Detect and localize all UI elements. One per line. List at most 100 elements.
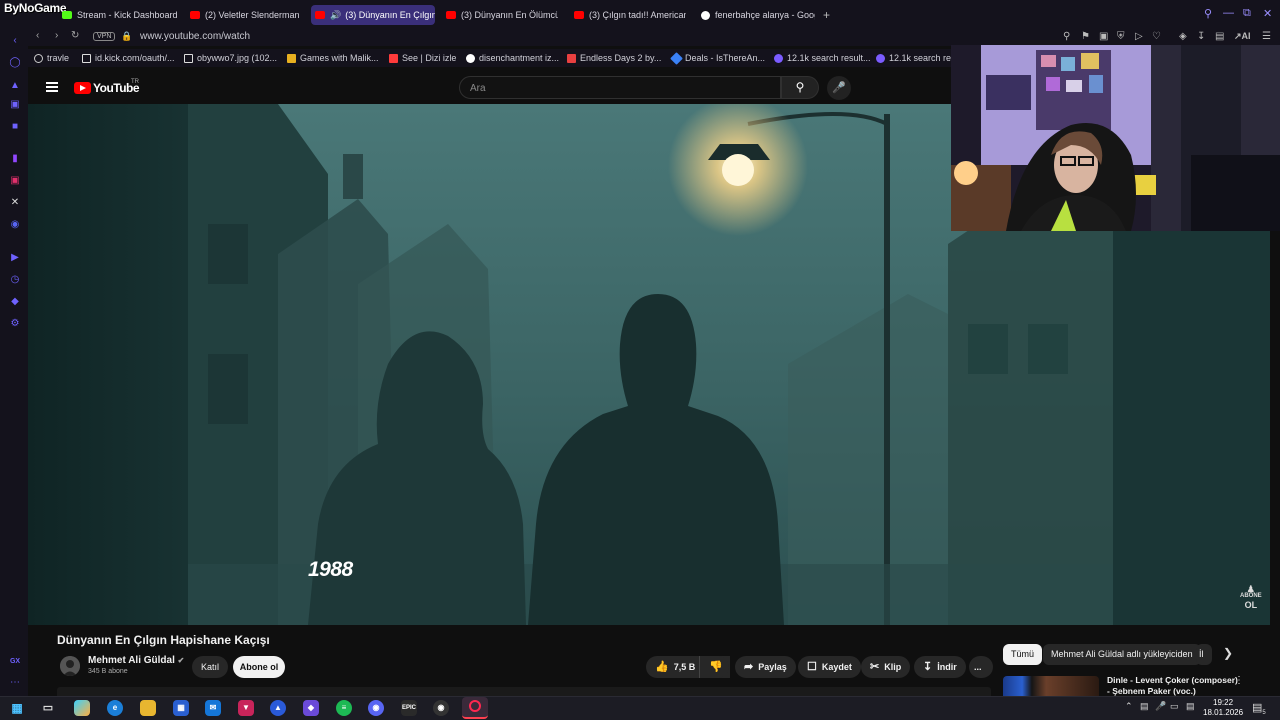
bookmark-games-with-malik[interactable]: Games with Malik... bbox=[287, 53, 379, 63]
recommended-video-title[interactable]: Dinle - Levent Çoker (composer) - Şebnem… bbox=[1107, 675, 1238, 697]
bookmark-disenchantment[interactable]: disenchantment iz... bbox=[466, 53, 559, 63]
voice-search-button[interactable]: 🎤 bbox=[827, 76, 851, 100]
shield-icon[interactable]: ⛨ bbox=[1117, 31, 1125, 42]
url-field[interactable]: www.youtube.com/watch bbox=[140, 31, 250, 42]
play-icon[interactable]: ▷ bbox=[1135, 31, 1143, 42]
recommended-video-thumbnail[interactable] bbox=[1003, 676, 1099, 696]
settings-gear-icon[interactable]: ⚙ bbox=[9, 318, 21, 330]
file-explorer-icon[interactable] bbox=[140, 700, 156, 716]
x-twitter-icon[interactable]: ✕ bbox=[9, 197, 21, 209]
wallet-icon[interactable]: ▤ bbox=[1215, 31, 1224, 42]
tab-dunyanin-en-olumcul[interactable]: (3) Dünyanın En Ölümcül İ bbox=[442, 5, 558, 25]
tray-app-icon[interactable]: ▤ bbox=[1140, 701, 1149, 712]
copilot-icon[interactable] bbox=[74, 700, 90, 716]
minimize-icon[interactable]: — bbox=[1223, 7, 1234, 19]
opera-gx-icon[interactable] bbox=[462, 697, 488, 719]
lock-icon[interactable]: 🔒 bbox=[121, 31, 132, 42]
music-icon[interactable]: ■ bbox=[9, 121, 21, 133]
bookmark-endless-days[interactable]: Endless Days 2 by... bbox=[567, 53, 661, 63]
join-button[interactable]: Katıl bbox=[192, 656, 228, 678]
zoom-icon[interactable]: ⚲ bbox=[1063, 31, 1070, 42]
network-icon[interactable]: ▤ bbox=[1186, 701, 1195, 712]
game-icon[interactable]: ▲ bbox=[9, 80, 21, 92]
vpn-badge[interactable]: VPN bbox=[93, 32, 116, 41]
controller-icon[interactable]: ▣ bbox=[9, 99, 21, 111]
player-icon[interactable]: ▶ bbox=[9, 252, 21, 264]
download-icon[interactable]: ↧ bbox=[1197, 31, 1205, 42]
obs-icon[interactable]: ◉ bbox=[433, 700, 449, 716]
bookmark-dizi-izle[interactable]: See | Dizi izle bbox=[389, 53, 456, 63]
search-tabs-icon[interactable]: ⚲ bbox=[1204, 7, 1212, 20]
tab-google-search[interactable]: fenerbahçe alanya - Goog bbox=[697, 5, 815, 25]
bookmark-search-results-2[interactable]: 12.1k search res bbox=[876, 53, 956, 63]
tab-kick-dashboard[interactable]: Stream - Kick Dashboard bbox=[58, 5, 184, 25]
bookmark-kick-oauth[interactable]: id.kick.com/oauth/... bbox=[82, 53, 175, 63]
spotify-icon[interactable]: ≡ bbox=[336, 700, 352, 716]
discord-icon[interactable]: ◉ bbox=[9, 219, 21, 231]
windows-start-icon[interactable]: ▦ bbox=[9, 700, 25, 716]
back-arrow-icon[interactable]: ‹ bbox=[36, 30, 39, 41]
task-view-icon[interactable]: ▭ bbox=[40, 700, 56, 716]
chevron-right-icon[interactable]: ❯ bbox=[1223, 646, 1233, 660]
tray-chevron-icon[interactable]: ⌃ bbox=[1125, 701, 1133, 712]
maximize-icon[interactable]: ⧉ bbox=[1243, 7, 1251, 20]
pin-icon[interactable]: ⚑ bbox=[1081, 31, 1090, 42]
tray-window-icon[interactable]: ▭ bbox=[1170, 701, 1179, 712]
microsoft-store-icon[interactable]: ▦ bbox=[173, 700, 189, 716]
youtube-logo[interactable]: YouTube bbox=[74, 81, 140, 95]
tab-dunyanin-en-cilgin[interactable]: 🔊 (3) Dünyanın En Çılgın bbox=[311, 5, 435, 25]
channel-name[interactable]: Mehmet Ali Güldal ✔ bbox=[88, 655, 184, 666]
twitch-icon[interactable]: ▮ bbox=[9, 153, 21, 165]
edge-icon[interactable]: e bbox=[107, 700, 123, 716]
channel-avatar[interactable] bbox=[60, 656, 80, 676]
bookmark-isthereanydeal[interactable]: Deals - IsThereAn... bbox=[670, 51, 765, 65]
new-tab-button[interactable]: + bbox=[823, 8, 830, 22]
chip-related[interactable]: İl bbox=[1196, 644, 1212, 665]
extensions-icon[interactable]: ◆ bbox=[9, 296, 21, 308]
subscribe-watermark[interactable]: ♟ ABONE OL bbox=[1240, 585, 1262, 611]
aria-icon[interactable]: ◯ bbox=[9, 57, 21, 69]
forward-arrow-icon[interactable]: › bbox=[55, 30, 58, 41]
reload-icon[interactable]: ↻ bbox=[71, 30, 79, 41]
chip-all[interactable]: Tümü bbox=[1003, 644, 1043, 665]
bookmark-travle[interactable]: travle bbox=[34, 53, 69, 63]
share-button[interactable]: ➦ Paylaş bbox=[735, 656, 796, 678]
mail-icon[interactable]: ✉ bbox=[205, 700, 221, 716]
search-button[interactable]: ⚲ bbox=[781, 76, 819, 99]
close-icon[interactable]: ✕ bbox=[1263, 7, 1272, 20]
more-vert-icon[interactable]: ⋮ bbox=[1234, 675, 1244, 686]
snapshot-icon[interactable]: ▣ bbox=[1099, 31, 1108, 42]
notification-center[interactable]: ▤5 bbox=[1252, 701, 1266, 716]
app-icon[interactable]: ▼ bbox=[238, 700, 254, 716]
download-button[interactable]: ↧ İndir bbox=[914, 656, 966, 678]
more-actions-button[interactable]: ... bbox=[969, 656, 993, 678]
guide-menu-icon[interactable] bbox=[46, 82, 58, 92]
microphone-tray-icon[interactable]: 🎤 bbox=[1155, 701, 1166, 712]
description-box[interactable] bbox=[57, 687, 991, 696]
discord-taskbar-icon[interactable]: ◉ bbox=[368, 700, 384, 716]
extensions-puzzle-icon[interactable]: ◈ bbox=[1179, 31, 1187, 42]
taskbar-clock[interactable]: 19:22 18.01.2026 bbox=[1203, 698, 1243, 718]
youtube-play-icon bbox=[74, 82, 91, 94]
chip-from-uploader[interactable]: Mehmet Ali Güldal adlı yükleyiciden bbox=[1043, 644, 1201, 665]
tab-veletler[interactable]: (2) Veletler Slenderman Yı bbox=[186, 5, 302, 25]
save-button[interactable]: ☐ Kaydet bbox=[798, 656, 861, 678]
history-icon[interactable]: ◷ bbox=[9, 274, 21, 286]
back-icon[interactable]: ‹ bbox=[9, 35, 21, 47]
bookmark-search-results-1[interactable]: 12.1k search result... bbox=[774, 53, 871, 63]
bookmark-obywwo7[interactable]: obywwo7.jpg (102... bbox=[184, 53, 277, 63]
app-purple-icon[interactable]: ◆ bbox=[303, 700, 319, 716]
clip-button[interactable]: ✂ Klip bbox=[861, 656, 911, 678]
ai-button[interactable]: ↗AI bbox=[1234, 31, 1251, 42]
dislike-button[interactable]: 👎 bbox=[699, 656, 729, 678]
instagram-icon[interactable]: ▣ bbox=[9, 175, 21, 187]
heart-icon[interactable]: ♡ bbox=[1152, 31, 1161, 42]
subscribe-button[interactable]: Abone ol bbox=[233, 656, 285, 678]
more-icon[interactable]: ⋯ bbox=[9, 677, 21, 689]
page-icon bbox=[82, 53, 91, 63]
app-blue-icon[interactable]: ▲ bbox=[270, 700, 286, 716]
search-input[interactable]: Ara bbox=[459, 76, 781, 99]
tab-cilgin-tadi[interactable]: (3) Çılgın tadı!! American l bbox=[570, 5, 686, 25]
epic-games-icon[interactable]: EPIC bbox=[401, 700, 417, 716]
menu-icon[interactable]: ☰ bbox=[1262, 31, 1271, 42]
